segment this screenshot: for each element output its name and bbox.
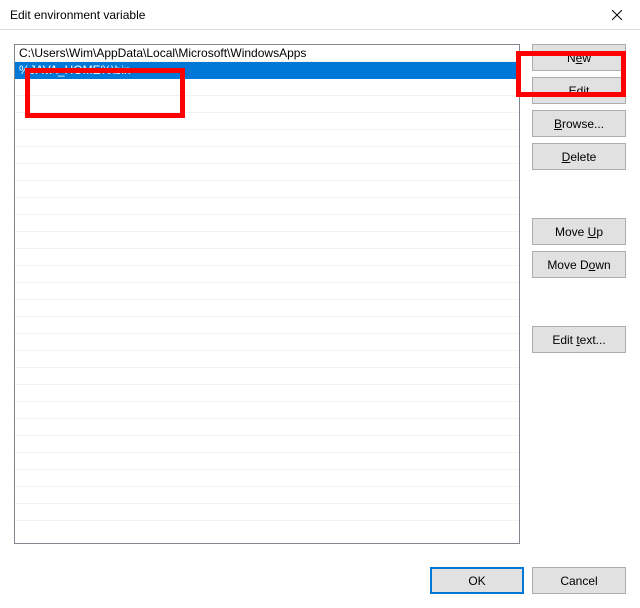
list-item-selected[interactable]: %JAVA_HOME%\bin: [15, 62, 519, 79]
close-icon: [612, 10, 622, 20]
list-item-empty: [15, 453, 519, 470]
list-item-empty: [15, 385, 519, 402]
window-title: Edit environment variable: [10, 8, 145, 22]
list-item-empty: [15, 96, 519, 113]
list-item-empty: [15, 266, 519, 283]
list-item-empty: [15, 436, 519, 453]
list-item-empty: [15, 147, 519, 164]
titlebar: Edit environment variable: [0, 0, 640, 30]
dialog-bottom-buttons: OK Cancel: [430, 567, 626, 594]
edit-text-button[interactable]: Edit text...: [532, 326, 626, 353]
edit-button[interactable]: Edit: [532, 77, 626, 104]
side-button-column: New Edit Browse... Delete Move Up Move D…: [532, 44, 626, 544]
path-listbox[interactable]: C:\Users\Wim\AppData\Local\Microsoft\Win…: [14, 44, 520, 544]
list-item-empty: [15, 470, 519, 487]
list-item-empty: [15, 368, 519, 385]
move-down-button[interactable]: Move Down: [532, 251, 626, 278]
list-item-empty: [15, 419, 519, 436]
ok-button[interactable]: OK: [430, 567, 524, 594]
list-item-empty: [15, 79, 519, 96]
list-item-empty: [15, 317, 519, 334]
delete-button[interactable]: Delete: [532, 143, 626, 170]
list-item-empty: [15, 351, 519, 368]
list-item-empty: [15, 487, 519, 504]
list-item-empty: [15, 198, 519, 215]
list-item-empty: [15, 181, 519, 198]
move-up-button[interactable]: Move Up: [532, 218, 626, 245]
cancel-button[interactable]: Cancel: [532, 567, 626, 594]
list-item-empty: [15, 334, 519, 351]
list-item-empty: [15, 402, 519, 419]
list-item[interactable]: C:\Users\Wim\AppData\Local\Microsoft\Win…: [15, 45, 519, 62]
list-item-empty: [15, 215, 519, 232]
close-button[interactable]: [594, 0, 640, 30]
list-item-empty: [15, 283, 519, 300]
new-button[interactable]: New: [532, 44, 626, 71]
list-item-empty: [15, 130, 519, 147]
list-item-empty: [15, 232, 519, 249]
list-item-empty: [15, 300, 519, 317]
list-item-empty: [15, 504, 519, 521]
browse-button[interactable]: Browse...: [532, 110, 626, 137]
list-item-empty: [15, 249, 519, 266]
list-item-empty: [15, 164, 519, 181]
list-item-empty: [15, 113, 519, 130]
dialog-content: C:\Users\Wim\AppData\Local\Microsoft\Win…: [0, 30, 640, 608]
